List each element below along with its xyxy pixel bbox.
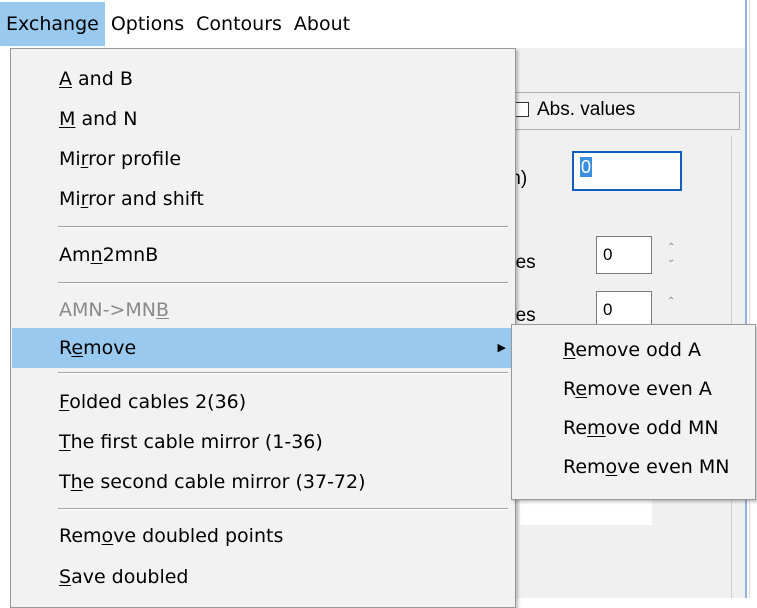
menu-item-mirror-and-shift[interactable]: Mirror and shift — [12, 179, 514, 219]
submenu-item-remove-odd-a[interactable]: Remove odd A — [513, 331, 753, 369]
menu-separator — [58, 372, 508, 374]
menu-separator — [58, 226, 508, 228]
menu-item-amn-to-mnb: AMN->MNB — [59, 299, 170, 321]
menu-about[interactable]: About — [288, 2, 356, 46]
menu-exchange[interactable]: Exchange — [0, 2, 105, 46]
menu-item-second-cable-mirror[interactable]: The second cable mirror (37-72) — [12, 462, 514, 502]
submenu-item-remove-even-mn[interactable]: Remove even MN — [513, 448, 753, 486]
menu-item-remove-doubled-points[interactable]: Remove doubled points — [12, 516, 514, 556]
window-border-inner — [749, 0, 750, 598]
exchange-dropdown-menu: A and B M and N Mirror profile Mirror an… — [10, 48, 516, 608]
menu-item-mirror-profile[interactable]: Mirror profile — [12, 139, 514, 179]
menu-separator — [58, 508, 508, 510]
value-input[interactable]: 0 — [572, 151, 682, 191]
menu-item-save-doubled[interactable]: Save doubled — [12, 557, 514, 597]
menu-item-m-and-n[interactable]: M and N — [12, 99, 514, 139]
spin-2-arrows-icon[interactable]: ⌃ — [667, 296, 675, 308]
window-border — [745, 0, 747, 598]
spin-input-2-value: 0 — [603, 300, 613, 319]
submenu-item-remove-even-a[interactable]: Remove even A — [513, 370, 753, 408]
menu-separator — [58, 282, 508, 284]
abs-values-label: Abs. values — [537, 99, 636, 120]
value-input-text: 0 — [580, 157, 593, 177]
submenu-arrow-icon: ▶ — [497, 341, 506, 354]
menu-item-remove[interactable]: Remove ▶ — [12, 328, 514, 368]
spin-input-1[interactable]: 0 — [596, 236, 652, 274]
menu-item-a-and-b[interactable]: A and B — [12, 59, 514, 99]
menu-options[interactable]: Options — [105, 2, 190, 46]
spin-input-1-value: 0 — [603, 245, 613, 264]
abs-values-checkbox[interactable] — [514, 102, 529, 117]
menu-bar: Exchange Options Contours About — [0, 0, 745, 48]
menu-contours[interactable]: Contours — [190, 2, 288, 46]
spin-1-arrows-icon[interactable]: ⌃ ⌄ — [667, 242, 675, 266]
submenu-item-remove-odd-mn[interactable]: Remove odd MN — [513, 409, 753, 447]
menu-item-folded-cables[interactable]: Folded cables 2(36) — [12, 382, 514, 422]
remove-submenu: Remove odd A Remove even A Remove odd MN… — [511, 324, 756, 500]
menu-item-amn2mnb[interactable]: Amn2mnB — [12, 235, 514, 275]
menu-item-first-cable-mirror[interactable]: The first cable mirror (1-36) — [12, 422, 514, 462]
